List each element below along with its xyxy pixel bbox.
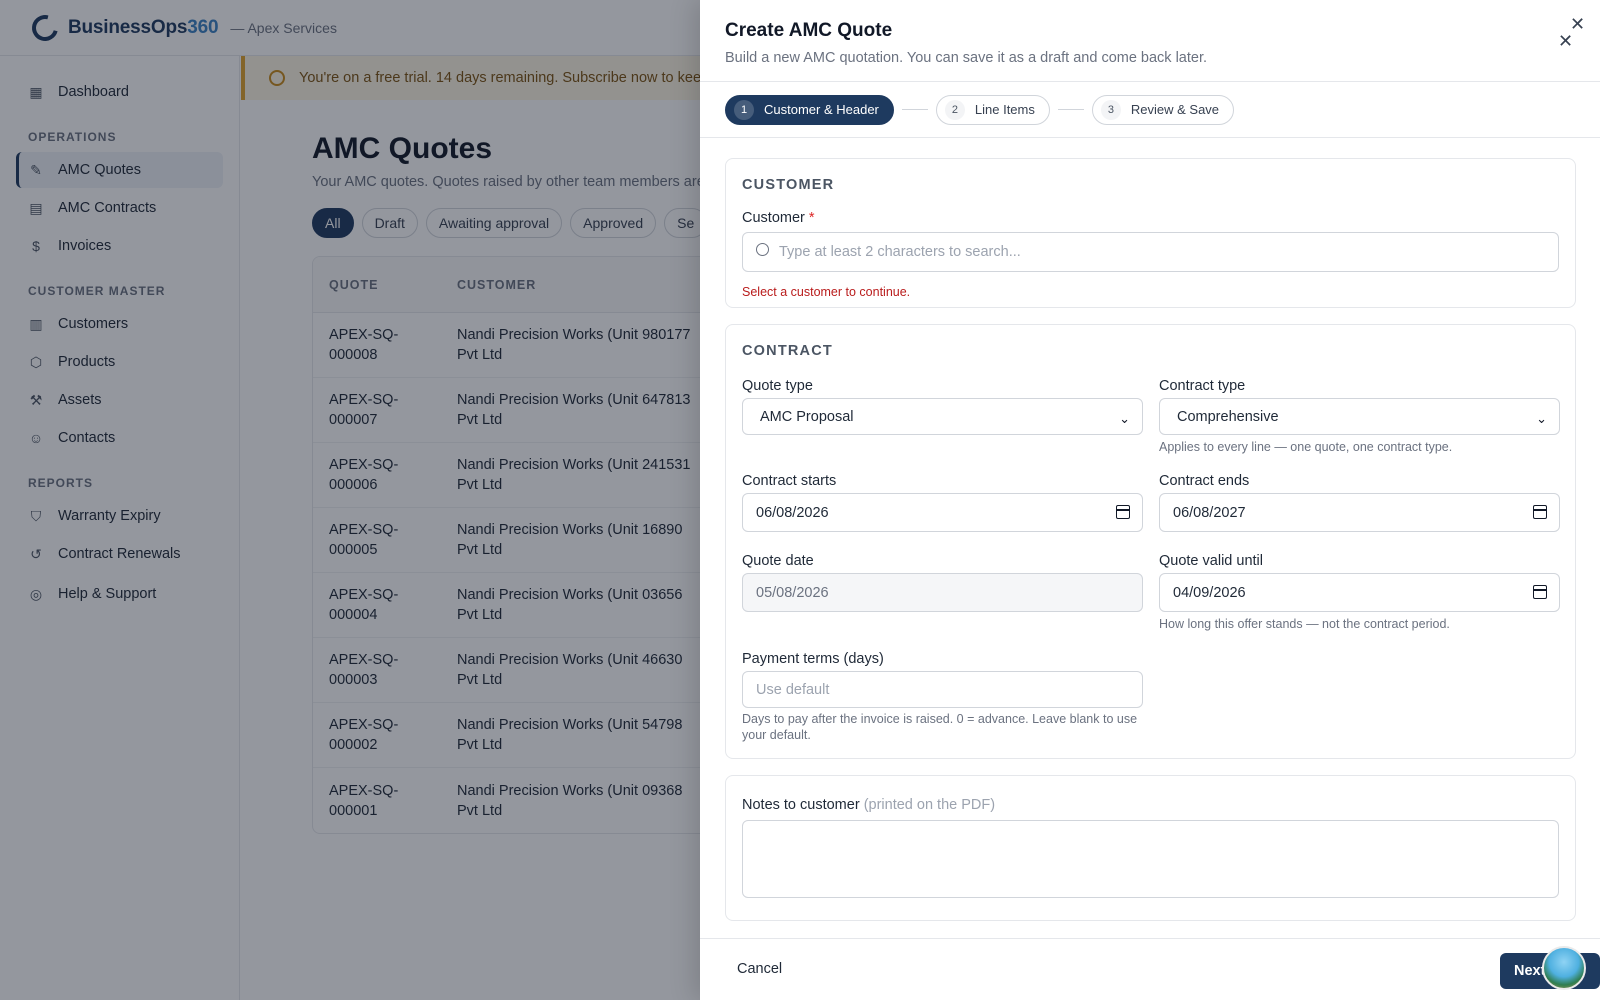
step-line-items[interactable]: 2 Line Items: [935, 94, 1050, 125]
customer-search-input[interactable]: Type at least 2 characters to search...: [742, 232, 1559, 272]
notes-textarea[interactable]: [742, 820, 1559, 898]
step-customer-header[interactable]: 1 Customer & Header: [725, 94, 894, 125]
step-label: Line Items: [974, 102, 1035, 117]
quote-date-label: Quote date: [742, 553, 814, 569]
quote-valid-until-label: Quote valid until: [1159, 553, 1263, 569]
chevron-down-icon: ⌄: [1536, 411, 1547, 426]
quote-valid-until-input[interactable]: 04/09/2026: [1159, 573, 1560, 612]
contract-section: CONTRACT Quote type AMC Proposal ⌄ Contr…: [725, 324, 1576, 759]
create-quote-drawer: Create AMC Quote Build a new AMC quotati…: [700, 0, 1600, 1000]
quote-type-select[interactable]: AMC Proposal ⌄: [742, 398, 1143, 435]
step-label: Review & Save: [1130, 102, 1220, 117]
customer-error: Select a customer to continue.: [742, 285, 911, 299]
step-connector: [1057, 109, 1084, 110]
search-icon: [756, 243, 769, 256]
contract-ends-input[interactable]: 06/08/2027: [1159, 493, 1560, 532]
customer-section: CUSTOMER Customer * Type at least 2 char…: [725, 158, 1576, 308]
payment-terms-input[interactable]: Use default: [742, 671, 1143, 708]
contract-ends-label: Contract ends: [1159, 473, 1250, 489]
step-number: 3: [1100, 99, 1121, 120]
contract-type-help: Applies to every line — one quote, one c…: [1159, 440, 1453, 454]
step-label: Customer & Header: [764, 102, 879, 117]
section-title: CUSTOMER: [742, 177, 835, 193]
step-review-save[interactable]: 3 Review & Save: [1091, 94, 1235, 125]
customer-label: Customer *: [742, 210, 815, 226]
drawer-footer: Cancel Next: [700, 938, 1600, 1000]
quote-valid-until-help: How long this offer stands — not the con…: [1159, 617, 1450, 631]
contract-type-select[interactable]: Comprehensive ⌄: [1159, 398, 1560, 435]
drawer-header: Create AMC Quote Build a new AMC quotati…: [700, 0, 1600, 82]
quote-date-input: 05/08/2026: [742, 573, 1143, 612]
quote-type-label: Quote type: [742, 378, 813, 394]
section-title: CONTRACT: [742, 343, 833, 359]
wizard-stepper: 1 Customer & Header 2 Line Items 3 Revie…: [700, 82, 1600, 138]
payment-terms-help: Days to pay after the invoice is raised.…: [742, 712, 1138, 742]
payment-terms-label: Payment terms (days): [742, 651, 884, 667]
step-connector: [901, 109, 928, 110]
drawer-subtitle: Build a new AMC quotation. You can save …: [725, 50, 1208, 66]
notes-label: Notes to customer (printed on the PDF): [742, 797, 996, 813]
notes-section: Notes to customer (printed on the PDF): [725, 775, 1576, 921]
drawer-title: Create AMC Quote: [725, 20, 893, 41]
calendar-icon[interactable]: [1116, 505, 1130, 519]
contract-type-label: Contract type: [1159, 378, 1246, 394]
step-number: 2: [944, 99, 965, 120]
customer-search-placeholder: Type at least 2 characters to search...: [779, 244, 1021, 260]
close-drawer-icon[interactable]: ✕: [1558, 31, 1573, 52]
step-number: 1: [734, 99, 754, 120]
contract-starts-input[interactable]: 06/08/2026: [742, 493, 1143, 532]
cancel-button[interactable]: Cancel: [722, 957, 797, 985]
chevron-down-icon: ⌄: [1119, 411, 1130, 426]
avatar[interactable]: [1542, 946, 1586, 990]
calendar-icon[interactable]: [1533, 585, 1547, 599]
calendar-icon[interactable]: [1533, 505, 1547, 519]
contract-starts-label: Contract starts: [742, 473, 837, 489]
